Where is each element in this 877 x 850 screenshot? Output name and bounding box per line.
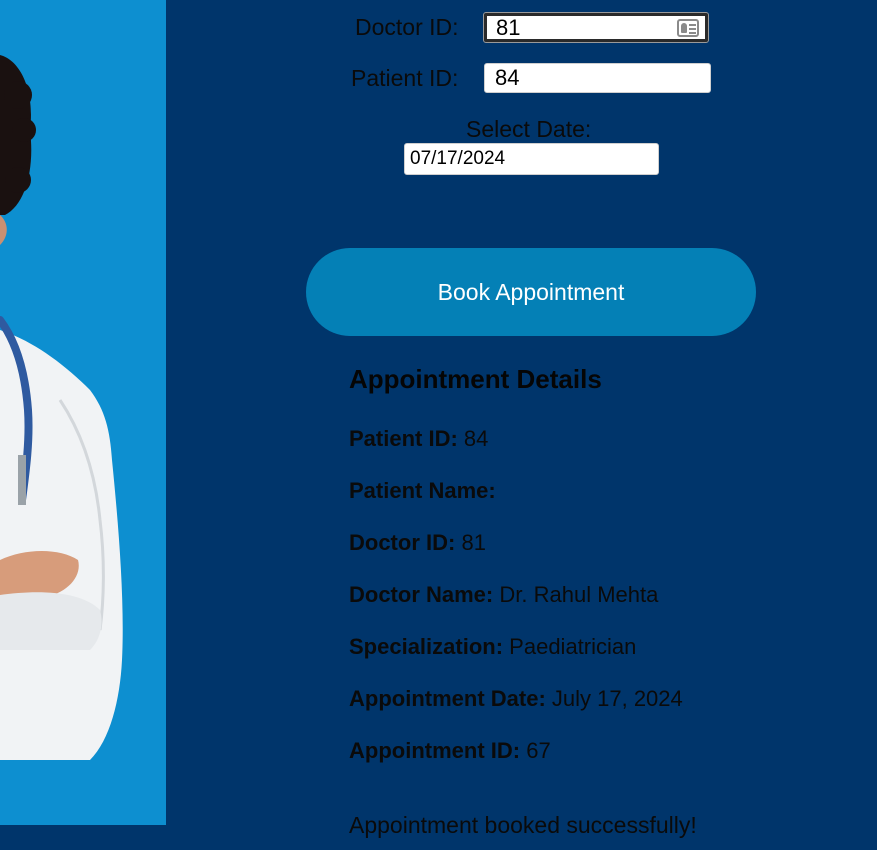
- detail-label: Patient ID:: [349, 426, 458, 451]
- detail-row-specialization: Specialization: Paediatrician: [349, 634, 636, 660]
- doctor-illustration: [0, 0, 166, 825]
- detail-row-patient-name: Patient Name:: [349, 478, 496, 504]
- book-appointment-button[interactable]: Book Appointment: [306, 248, 756, 336]
- detail-value: Dr. Rahul Mehta: [499, 582, 659, 607]
- select-date-label: Select Date:: [466, 116, 592, 142]
- doctor-id-input[interactable]: 81: [483, 12, 709, 43]
- detail-label: Specialization:: [349, 634, 504, 659]
- detail-value: 84: [463, 426, 489, 451]
- detail-row-doctor-id: Doctor ID: 81: [349, 530, 486, 556]
- contact-card-icon[interactable]: [677, 18, 699, 37]
- doctor-id-label: Doctor ID:: [355, 14, 459, 40]
- detail-label: Patient Name:: [349, 478, 496, 503]
- detail-row-patient-id: Patient ID: 84: [349, 426, 488, 452]
- date-value: 07/17/2024: [410, 148, 506, 169]
- patient-id-input[interactable]: 84: [484, 63, 711, 93]
- doctor-id-value: 81: [496, 14, 521, 40]
- detail-label: Appointment ID:: [349, 738, 521, 763]
- appointment-details-title: Appointment Details: [349, 364, 602, 394]
- detail-label: Doctor ID:: [349, 530, 456, 555]
- detail-value: July 17, 2024: [551, 686, 683, 711]
- detail-value: 67: [526, 738, 551, 763]
- detail-row-appointment-id: Appointment ID: 67: [349, 738, 551, 764]
- detail-value: Paediatrician: [509, 634, 637, 659]
- patient-id-label: Patient ID:: [351, 65, 459, 91]
- detail-label: Doctor Name:: [349, 582, 494, 607]
- doctor-photo: [0, 0, 166, 825]
- detail-label: Appointment Date:: [349, 686, 546, 711]
- detail-value: 81: [461, 530, 486, 555]
- appointment-page: Doctor ID: 81 Patient ID: 84 Select Date…: [0, 0, 877, 850]
- detail-row-appointment-date: Appointment Date: July 17, 2024: [349, 686, 683, 712]
- date-input[interactable]: 07/17/2024: [404, 143, 659, 175]
- success-message: Appointment booked successfully!: [349, 812, 697, 838]
- patient-id-value: 84: [495, 65, 520, 90]
- detail-row-doctor-name: Doctor Name: Dr. Rahul Mehta: [349, 582, 658, 608]
